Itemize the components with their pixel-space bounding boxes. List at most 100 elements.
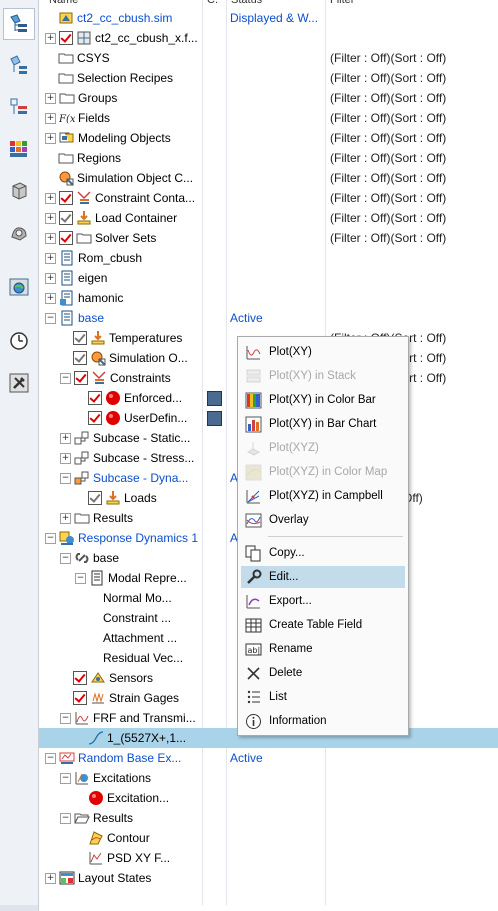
- tree-row-name[interactable]: + Load Container: [45, 208, 199, 228]
- expand-node-button[interactable]: +: [45, 272, 56, 284]
- tree-row-name[interactable]: − base: [45, 308, 199, 328]
- tree-row-name[interactable]: Excitation...: [75, 788, 199, 808]
- tree-row[interactable]: − base Active: [39, 308, 498, 328]
- tree-row[interactable]: Selection Recipes (Filter : Off)(Sort : O…: [39, 68, 498, 88]
- menu-item-rename[interactable]: ab| Rename: [241, 638, 405, 660]
- tree-row[interactable]: ct2_cc_cbush.sim Displayed & W...: [39, 8, 498, 28]
- menu-item-export[interactable]: Export...: [241, 590, 405, 612]
- visibility-checkbox[interactable]: [59, 231, 73, 245]
- collapse-node-button[interactable]: −: [60, 372, 71, 384]
- tree-row-name[interactable]: + Subcase - Static...: [60, 428, 199, 448]
- tree-row-name[interactable]: Strain Gages: [60, 688, 199, 708]
- tree-row-name[interactable]: + Rom_cbush: [45, 248, 199, 268]
- color-swatch[interactable]: [207, 391, 222, 406]
- tree-row-name[interactable]: − Constraints: [60, 368, 199, 388]
- expand-node-button[interactable]: +: [60, 432, 71, 444]
- menu-item-plot-xyz-in-campbell[interactable]: Plot(XYZ) in Campbell: [241, 485, 405, 507]
- expand-node-button[interactable]: +: [45, 132, 56, 144]
- expand-node-button[interactable]: +: [45, 192, 56, 204]
- tree-row-name[interactable]: Loads: [75, 488, 199, 508]
- tree-row-name[interactable]: + Results: [60, 508, 199, 528]
- tree-row[interactable]: + Modeling Objects (Filter : Off)(Sort : O…: [39, 128, 498, 148]
- tree-row-name[interactable]: Temperatures: [60, 328, 199, 348]
- web-browser-icon[interactable]: [4, 272, 34, 302]
- collapse-node-button[interactable]: −: [60, 712, 71, 724]
- menu-item-plot-xy-in-bar-chart[interactable]: Plot(XY) in Bar Chart: [241, 413, 405, 435]
- expand-node-button[interactable]: +: [45, 252, 56, 264]
- column-header-c[interactable]: C.: [207, 0, 218, 8]
- tree-row-name[interactable]: + Groups: [45, 88, 199, 108]
- visibility-checkbox[interactable]: [88, 391, 102, 405]
- tree-row-name[interactable]: Constraint ...: [90, 608, 199, 628]
- tree-row[interactable]: + Rom_cbush: [39, 248, 498, 268]
- tree-row[interactable]: + ct2_cc_cbush_x.f...: [39, 28, 498, 48]
- tree-row[interactable]: PSD XY F...: [39, 848, 498, 868]
- tree-row-name[interactable]: Selection Recipes: [45, 68, 199, 88]
- tree-row[interactable]: +F(x)Fields (Filter : Off)(Sort : Off): [39, 108, 498, 128]
- expand-node-button[interactable]: +: [60, 452, 71, 464]
- collapse-node-button[interactable]: −: [45, 532, 56, 544]
- tools-icon[interactable]: [4, 368, 34, 398]
- menu-item-plot-xyz[interactable]: Plot(XYZ): [241, 437, 405, 459]
- collapse-node-button[interactable]: −: [45, 752, 56, 764]
- tree-row[interactable]: + Layout States: [39, 868, 498, 888]
- visibility-checkbox[interactable]: [73, 671, 87, 685]
- color-map-icon[interactable]: [4, 134, 34, 164]
- roles-icon[interactable]: [4, 218, 34, 248]
- column-header-filter[interactable]: Filter: [330, 0, 354, 8]
- menu-item-information[interactable]: Information: [241, 710, 405, 732]
- tree-row[interactable]: + Solver Sets (Filter : Off)(Sort : Off): [39, 228, 498, 248]
- visibility-checkbox[interactable]: [88, 491, 102, 505]
- expand-node-button[interactable]: +: [45, 232, 56, 244]
- expand-node-button[interactable]: +: [45, 292, 56, 304]
- menu-item-plot-xy-in-stack[interactable]: Plot(XY) in Stack: [241, 365, 405, 387]
- tree-row-name[interactable]: Regions: [45, 148, 199, 168]
- tree-row-name[interactable]: +F(x)Fields: [45, 108, 199, 128]
- tree-row-name[interactable]: Sensors: [60, 668, 199, 688]
- assembly-icon[interactable]: [4, 176, 34, 206]
- tree-row[interactable]: + Constraint Conta... (Filter : Off)(Sort …: [39, 188, 498, 208]
- tree-row-name[interactable]: ct2_cc_cbush.sim: [45, 8, 199, 28]
- tree-row-name[interactable]: + eigen: [45, 268, 199, 288]
- visibility-checkbox[interactable]: [59, 191, 73, 205]
- tree-row[interactable]: + Groups (Filter : Off)(Sort : Off): [39, 88, 498, 108]
- menu-item-edit[interactable]: Edit...: [241, 566, 405, 588]
- tree-row-name[interactable]: − FRF and Transmi...: [60, 708, 199, 728]
- tree-row-name[interactable]: − Excitations: [60, 768, 199, 788]
- tree-row[interactable]: + eigen: [39, 268, 498, 288]
- visibility-checkbox[interactable]: [59, 31, 73, 45]
- tree-row-name[interactable]: − Response Dynamics 1: [45, 528, 199, 548]
- menu-item-plot-xyz-in-color-map[interactable]: Plot(XYZ) in Color Map: [241, 461, 405, 483]
- collapse-node-button[interactable]: −: [75, 572, 86, 584]
- tree-row-name[interactable]: PSD XY F...: [75, 848, 199, 868]
- visibility-checkbox[interactable]: [73, 351, 87, 365]
- post-processing-icon[interactable]: [4, 92, 34, 122]
- tree-row-name[interactable]: 1_(5527X+,1...: [75, 728, 199, 748]
- tree-row-name[interactable]: + Solver Sets: [45, 228, 199, 248]
- tree-row[interactable]: Excitation...: [39, 788, 498, 808]
- history-icon[interactable]: [4, 326, 34, 356]
- collapse-node-button[interactable]: −: [45, 312, 56, 324]
- tree-row-name[interactable]: Enforced...: [75, 388, 199, 408]
- tree-row-name[interactable]: UserDefin...: [75, 408, 199, 428]
- tree-row-name[interactable]: − Modal Repre...: [75, 568, 199, 588]
- visibility-checkbox[interactable]: [59, 211, 73, 225]
- collapse-node-button[interactable]: −: [60, 552, 71, 564]
- tree-row-name[interactable]: + Modeling Objects: [45, 128, 199, 148]
- tree-row[interactable]: CSYS (Filter : Off)(Sort : Off): [39, 48, 498, 68]
- tree-row-name[interactable]: Simulation O...: [60, 348, 199, 368]
- expand-node-button[interactable]: +: [45, 32, 56, 44]
- tree-row[interactable]: + Load Container (Filter : Off)(Sort : Off…: [39, 208, 498, 228]
- color-swatch[interactable]: [207, 411, 222, 426]
- tree-row-name[interactable]: − Random Base Ex...: [45, 748, 199, 768]
- visibility-checkbox[interactable]: [73, 691, 87, 705]
- tree-row[interactable]: − Excitations: [39, 768, 498, 788]
- tree-row-name[interactable]: + ct2_cc_cbush_x.f...: [45, 28, 199, 48]
- tree-row-name[interactable]: + Constraint Conta...: [45, 188, 199, 208]
- tree-row[interactable]: Contour: [39, 828, 498, 848]
- tree-row-name[interactable]: Normal Mo...: [90, 588, 199, 608]
- collapse-node-button[interactable]: −: [60, 812, 71, 824]
- tree-row[interactable]: Simulation Object C... (Filter : Off)(Sor…: [39, 168, 498, 188]
- part-navigator-icon[interactable]: [4, 50, 34, 80]
- menu-item-plot-xy[interactable]: Plot(XY): [241, 341, 405, 363]
